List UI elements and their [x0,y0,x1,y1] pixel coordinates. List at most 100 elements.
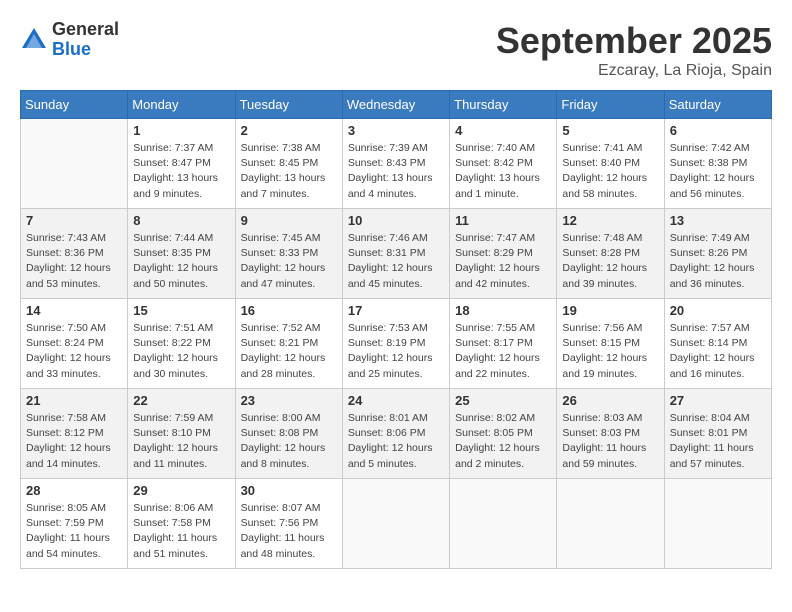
calendar-body: 1Sunrise: 7:37 AM Sunset: 8:47 PM Daylig… [21,119,772,569]
day-number: 22 [133,393,229,408]
calendar-cell: 3 Sunrise: 7:39 AM Sunset: 8:43 PM Daylig… [342,119,449,209]
day-number: 29 [133,483,229,498]
logo: General Blue [20,20,119,60]
day-info: Sunrise: 7:43 AM Sunset: 8:36 PM Dayligh… [26,231,122,292]
day-number: 21 [26,393,122,408]
day-info: Sunrise: 7:55 AM Sunset: 8:17 PM Dayligh… [455,321,551,382]
day-info: Sunrise: 7:42 AM Sunset: 8:38 PM Dayligh… [670,141,766,202]
calendar-cell: 20 Sunrise: 7:57 AM Sunset: 8:14 PM Dayli… [664,299,771,389]
day-info: Sunrise: 7:38 AM Sunset: 8:45 PM Dayligh… [241,141,337,202]
day-info: Sunrise: 7:53 AM Sunset: 8:19 PM Dayligh… [348,321,444,382]
calendar-cell: 15 Sunrise: 7:51 AM Sunset: 8:22 PM Dayli… [128,299,235,389]
day-info: Sunrise: 7:48 AM Sunset: 8:28 PM Dayligh… [562,231,658,292]
header-friday: Friday [557,91,664,119]
calendar-cell: 21 Sunrise: 7:58 AM Sunset: 8:12 PM Dayli… [21,389,128,479]
calendar-cell [21,119,128,209]
day-info: Sunrise: 8:01 AM Sunset: 8:06 PM Dayligh… [348,411,444,472]
day-number: 4 [455,123,551,138]
header-monday: Monday [128,91,235,119]
calendar-cell: 14 Sunrise: 7:50 AM Sunset: 8:24 PM Dayli… [21,299,128,389]
header-thursday: Thursday [450,91,557,119]
calendar-cell: 4 Sunrise: 7:40 AM Sunset: 8:42 PM Daylig… [450,119,557,209]
day-info: Sunrise: 8:06 AM Sunset: 7:58 PM Dayligh… [133,501,229,562]
day-info: Sunrise: 8:05 AM Sunset: 7:59 PM Dayligh… [26,501,122,562]
title-block: September 2025 Ezcaray, La Rioja, Spain [496,20,772,80]
calendar-cell: 10 Sunrise: 7:46 AM Sunset: 8:31 PM Dayli… [342,209,449,299]
header-tuesday: Tuesday [235,91,342,119]
day-info: Sunrise: 7:51 AM Sunset: 8:22 PM Dayligh… [133,321,229,382]
month-title: September 2025 [496,20,772,62]
calendar-cell [342,479,449,569]
day-info: Sunrise: 7:57 AM Sunset: 8:14 PM Dayligh… [670,321,766,382]
day-info: Sunrise: 8:03 AM Sunset: 8:03 PM Dayligh… [562,411,658,472]
day-info: Sunrise: 7:40 AM Sunset: 8:42 PM Dayligh… [455,141,551,202]
calendar-cell: 11 Sunrise: 7:47 AM Sunset: 8:29 PM Dayli… [450,209,557,299]
day-number: 16 [241,303,337,318]
day-number: 27 [670,393,766,408]
day-number: 10 [348,213,444,228]
day-info: Sunrise: 7:49 AM Sunset: 8:26 PM Dayligh… [670,231,766,292]
day-number: 5 [562,123,658,138]
day-number: 20 [670,303,766,318]
calendar-cell [664,479,771,569]
day-info: Sunrise: 7:46 AM Sunset: 8:31 PM Dayligh… [348,231,444,292]
day-number: 13 [670,213,766,228]
day-info: Sunrise: 7:56 AM Sunset: 8:15 PM Dayligh… [562,321,658,382]
day-number: 12 [562,213,658,228]
header-sunday: Sunday [21,91,128,119]
day-number: 8 [133,213,229,228]
calendar-cell: 27Sunrise: 8:04 AM Sunset: 8:01 PM Dayli… [664,389,771,479]
day-number: 17 [348,303,444,318]
day-info: Sunrise: 7:47 AM Sunset: 8:29 PM Dayligh… [455,231,551,292]
calendar-header: Sunday Monday Tuesday Wednesday Thursday… [21,91,772,119]
calendar-cell: 19Sunrise: 7:56 AM Sunset: 8:15 PM Dayli… [557,299,664,389]
day-info: Sunrise: 7:45 AM Sunset: 8:33 PM Dayligh… [241,231,337,292]
logo-blue: Blue [52,40,119,60]
calendar-cell: 5 Sunrise: 7:41 AM Sunset: 8:40 PM Daylig… [557,119,664,209]
calendar-cell: 28 Sunrise: 8:05 AM Sunset: 7:59 PM Dayli… [21,479,128,569]
day-number: 26 [562,393,658,408]
calendar-cell: 12 Sunrise: 7:48 AM Sunset: 8:28 PM Dayli… [557,209,664,299]
day-number: 15 [133,303,229,318]
logo-general: General [52,20,119,40]
calendar-cell: 7 Sunrise: 7:43 AM Sunset: 8:36 PM Daylig… [21,209,128,299]
header-saturday: Saturday [664,91,771,119]
calendar-cell: 1Sunrise: 7:37 AM Sunset: 8:47 PM Daylig… [128,119,235,209]
day-info: Sunrise: 7:59 AM Sunset: 8:10 PM Dayligh… [133,411,229,472]
calendar-cell: 9Sunrise: 7:45 AM Sunset: 8:33 PM Daylig… [235,209,342,299]
day-number: 3 [348,123,444,138]
calendar-cell: 23Sunrise: 8:00 AM Sunset: 8:08 PM Dayli… [235,389,342,479]
logo-text: General Blue [52,20,119,60]
calendar-cell: 18 Sunrise: 7:55 AM Sunset: 8:17 PM Dayli… [450,299,557,389]
calendar-cell: 17 Sunrise: 7:53 AM Sunset: 8:19 PM Dayli… [342,299,449,389]
day-info: Sunrise: 8:07 AM Sunset: 7:56 PM Dayligh… [241,501,337,562]
day-info: Sunrise: 8:00 AM Sunset: 8:08 PM Dayligh… [241,411,337,472]
page-header: General Blue September 2025 Ezcaray, La … [20,20,772,80]
day-info: Sunrise: 7:58 AM Sunset: 8:12 PM Dayligh… [26,411,122,472]
day-number: 11 [455,213,551,228]
header-row: Sunday Monday Tuesday Wednesday Thursday… [21,91,772,119]
day-info: Sunrise: 7:50 AM Sunset: 8:24 PM Dayligh… [26,321,122,382]
location: Ezcaray, La Rioja, Spain [496,62,772,80]
day-number: 14 [26,303,122,318]
calendar-cell: 13 Sunrise: 7:49 AM Sunset: 8:26 PM Dayli… [664,209,771,299]
calendar-cell: 6Sunrise: 7:42 AM Sunset: 8:38 PM Daylig… [664,119,771,209]
day-number: 7 [26,213,122,228]
calendar-cell [450,479,557,569]
calendar-cell: 2 Sunrise: 7:38 AM Sunset: 8:45 PM Daylig… [235,119,342,209]
day-info: Sunrise: 7:39 AM Sunset: 8:43 PM Dayligh… [348,141,444,202]
calendar-cell: 25Sunrise: 8:02 AM Sunset: 8:05 PM Dayli… [450,389,557,479]
calendar-table: Sunday Monday Tuesday Wednesday Thursday… [20,90,772,569]
calendar-cell: 26 Sunrise: 8:03 AM Sunset: 8:03 PM Dayli… [557,389,664,479]
calendar-cell: 30Sunrise: 8:07 AM Sunset: 7:56 PM Dayli… [235,479,342,569]
day-number: 1 [133,123,229,138]
calendar-cell: 24Sunrise: 8:01 AM Sunset: 8:06 PM Dayli… [342,389,449,479]
day-number: 28 [26,483,122,498]
day-number: 2 [241,123,337,138]
calendar-cell: 29 Sunrise: 8:06 AM Sunset: 7:58 PM Dayli… [128,479,235,569]
day-info: Sunrise: 7:41 AM Sunset: 8:40 PM Dayligh… [562,141,658,202]
day-number: 18 [455,303,551,318]
calendar-cell: 16Sunrise: 7:52 AM Sunset: 8:21 PM Dayli… [235,299,342,389]
calendar-cell: 8Sunrise: 7:44 AM Sunset: 8:35 PM Daylig… [128,209,235,299]
day-info: Sunrise: 8:02 AM Sunset: 8:05 PM Dayligh… [455,411,551,472]
